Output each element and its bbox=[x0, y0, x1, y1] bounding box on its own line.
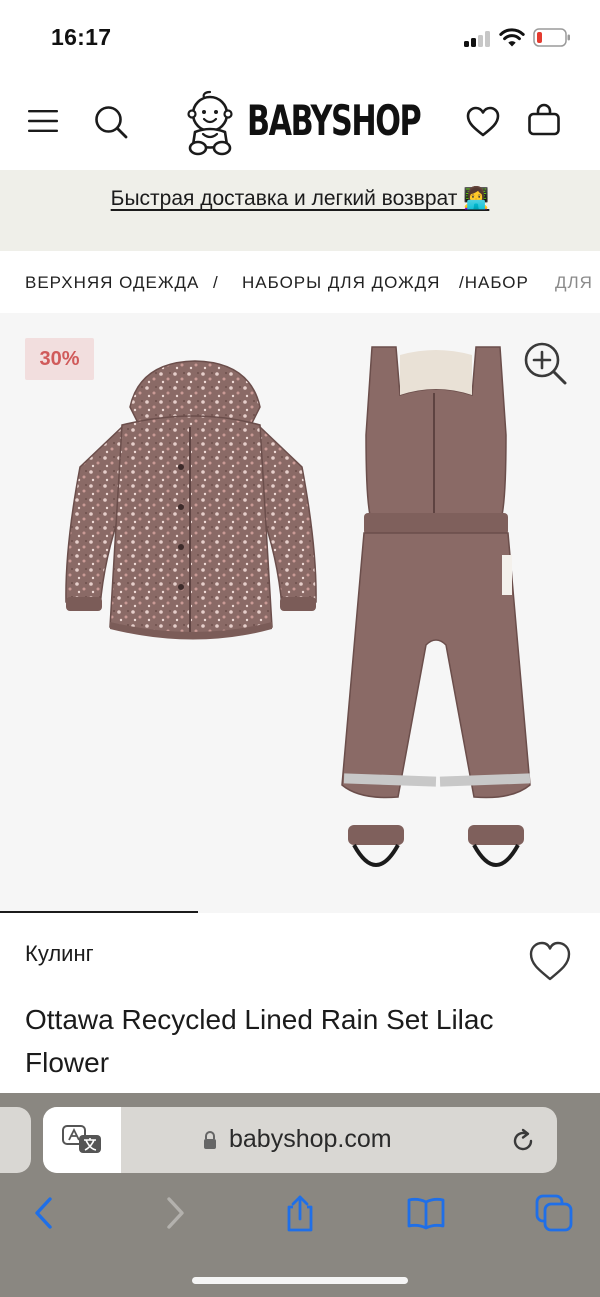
product-brand[interactable]: Кулинг bbox=[25, 941, 94, 967]
promo-banner[interactable]: Быстрая доставка и легкий возврат 👩‍💻 bbox=[0, 170, 600, 251]
breadcrumb-separator: / bbox=[213, 273, 219, 292]
home-indicator bbox=[192, 1277, 408, 1284]
breadcrumb: ВЕРХНЯЯ ОДЕЖДА / НАБОРЫ ДЛЯ ДОЖДЯ /НАБОР… bbox=[0, 251, 600, 313]
heart-outline-icon[interactable] bbox=[528, 940, 572, 982]
previous-tab-edge[interactable] bbox=[0, 1107, 31, 1173]
translate-icon bbox=[62, 1125, 101, 1153]
product-image-gallery[interactable]: 30% bbox=[0, 313, 600, 913]
battery-icon bbox=[533, 28, 570, 47]
forward-icon[interactable] bbox=[155, 1193, 195, 1233]
tabs-icon[interactable] bbox=[534, 1193, 574, 1233]
heart-icon[interactable] bbox=[466, 106, 500, 137]
breadcrumb-item-set[interactable]: /НАБОР bbox=[459, 273, 529, 293]
address-bar[interactable]: babyshop.com bbox=[43, 1107, 557, 1173]
hamburger-menu-icon[interactable] bbox=[27, 108, 59, 134]
reload-icon[interactable] bbox=[509, 1127, 537, 1155]
baby-mascot-icon bbox=[187, 90, 233, 156]
breadcrumb-item-rain-sets[interactable]: НАБОРЫ ДЛЯ ДОЖДЯ bbox=[242, 273, 440, 293]
gallery-progress-indicator bbox=[0, 911, 198, 913]
translate-button[interactable] bbox=[43, 1107, 121, 1173]
url-text[interactable]: babyshop.com bbox=[229, 1125, 392, 1154]
status-bar: 16:17 bbox=[0, 0, 600, 76]
shopping-bag-icon[interactable] bbox=[527, 103, 561, 137]
breadcrumb-item-outerwear[interactable]: ВЕРХНЯЯ ОДЕЖДА bbox=[25, 273, 199, 293]
back-icon[interactable] bbox=[24, 1193, 64, 1233]
breadcrumb-item-for[interactable]: ДЛЯ bbox=[555, 273, 593, 293]
site-header: BABYSHOP bbox=[0, 76, 600, 170]
status-time: 16:17 bbox=[51, 24, 112, 50]
rain-jacket-image bbox=[65, 360, 317, 640]
logo-wordmark: BABYSHOP bbox=[247, 96, 422, 145]
search-icon[interactable] bbox=[94, 105, 128, 139]
promo-text[interactable]: Быстрая доставка и легкий возврат 👩‍💻 bbox=[0, 187, 600, 211]
wifi-icon bbox=[499, 28, 525, 47]
lock-icon bbox=[204, 1131, 216, 1149]
rain-overalls-image bbox=[341, 346, 531, 867]
babyshop-logo[interactable]: BABYSHOP bbox=[183, 84, 422, 160]
bookmarks-icon[interactable] bbox=[406, 1193, 446, 1233]
product-title: Ottawa Recycled Lined Rain Set Lilac Flo… bbox=[25, 1004, 494, 1078]
cellular-signal-icon bbox=[464, 31, 492, 47]
browser-chrome: babyshop.com bbox=[0, 1093, 600, 1297]
share-icon[interactable] bbox=[280, 1193, 320, 1233]
